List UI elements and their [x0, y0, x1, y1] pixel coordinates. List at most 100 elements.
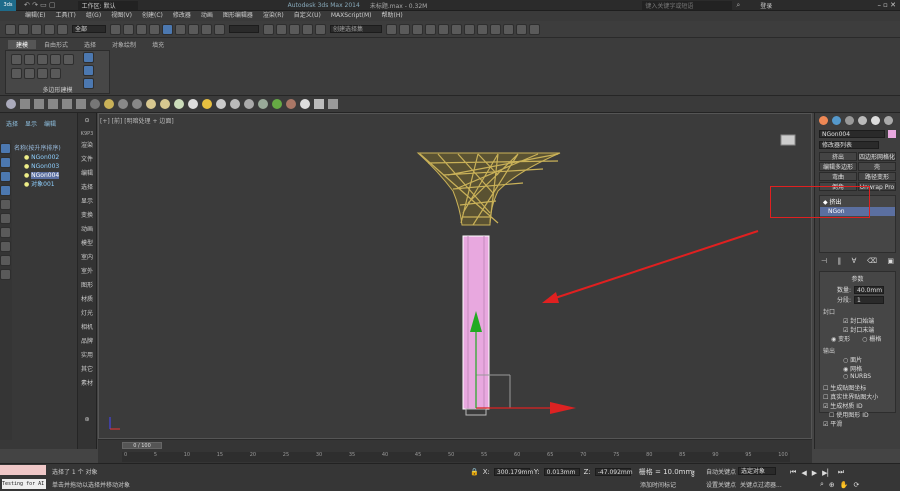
real-world-checkbox[interactable]: ☐ 真实世界贴图大小: [823, 392, 892, 401]
hierarchy-tab-icon[interactable]: [845, 116, 854, 125]
search-icon[interactable]: ⌕: [736, 1, 740, 10]
explorer-tool-7-icon[interactable]: [0, 227, 11, 238]
move-icon[interactable]: [162, 23, 173, 35]
scene-tab-select[interactable]: 选择: [6, 119, 18, 128]
viewcube[interactable]: [780, 134, 796, 146]
ribbon-tool-9-icon[interactable]: [50, 68, 61, 79]
segments-input[interactable]: 1: [854, 295, 884, 304]
shape-tool-5-icon[interactable]: [62, 99, 72, 109]
scene-tab-edit[interactable]: 编辑: [44, 119, 56, 128]
rotate-icon[interactable]: [175, 23, 186, 35]
cmd-indoor[interactable]: 室内: [78, 251, 96, 265]
percent-snap-icon[interactable]: [289, 23, 300, 35]
utilities-tab-icon[interactable]: [884, 116, 893, 125]
cmd-utility[interactable]: 实用: [78, 349, 96, 363]
cmd-outdoor[interactable]: 室外: [78, 265, 96, 279]
gen-map-checkbox[interactable]: ☐ 生成贴图坐标: [823, 383, 892, 392]
add-time-tag[interactable]: 添加时间标记: [640, 480, 676, 489]
ribbon-tab-freeform[interactable]: 自由形式: [36, 40, 76, 49]
use-shape-checkbox[interactable]: ☐ 使用图形 ID: [823, 410, 892, 419]
shape-tool-21-icon[interactable]: [286, 99, 296, 109]
menu-item[interactable]: 修改器: [168, 11, 196, 21]
explorer-tool-6-icon[interactable]: [0, 213, 11, 224]
zoom-all-icon[interactable]: ⊕: [829, 481, 835, 489]
spinner-snap-icon[interactable]: [302, 23, 313, 35]
time-slider[interactable]: 0 / 100: [122, 442, 162, 449]
z-coord-input[interactable]: -47.092mm: [594, 468, 633, 476]
cmd-light[interactable]: 灯光: [78, 307, 96, 321]
ribbon-tool-8-icon[interactable]: [37, 68, 48, 79]
explorer-tool-2-icon[interactable]: [0, 157, 11, 168]
render-icon[interactable]: [503, 23, 514, 35]
nurbs-radio[interactable]: ○ NURBS: [823, 373, 892, 380]
menu-item[interactable]: 自定义(U): [289, 11, 326, 21]
menu-item[interactable]: 组(G): [81, 11, 106, 21]
explorer-tool-10-icon[interactable]: [0, 269, 11, 280]
mesh-radio[interactable]: ◉ 网格: [823, 364, 892, 373]
shape-tool-9-icon[interactable]: [118, 99, 128, 109]
shape-tool-23-icon[interactable]: [314, 99, 324, 109]
modifier-button[interactable]: 挤出: [819, 152, 857, 161]
edit-named-sel-icon[interactable]: [315, 23, 326, 35]
modifier-button[interactable]: 壳: [858, 162, 896, 171]
go-to-start-icon[interactable]: ⏮: [790, 468, 796, 477]
ribbon-side-3-icon[interactable]: [83, 78, 94, 89]
ribbon-side-1-icon[interactable]: [83, 52, 94, 63]
shape-tool-3-icon[interactable]: [34, 99, 44, 109]
quick-access-icons[interactable]: ↶ ↷ ▭ ▢: [24, 1, 56, 9]
scale-icon[interactable]: [188, 23, 199, 35]
command-logo-icon[interactable]: ⊙: [78, 113, 96, 129]
redo-icon[interactable]: [18, 23, 29, 35]
ribbon-tool-4-icon[interactable]: [50, 54, 61, 65]
pan-icon[interactable]: ✋: [840, 481, 849, 489]
named-selection-set-input[interactable]: 创建选择集: [330, 25, 382, 33]
menu-item[interactable]: 帮助(H): [377, 11, 408, 21]
mirror-icon[interactable]: [386, 23, 397, 35]
link-icon[interactable]: [31, 23, 42, 35]
prev-frame-icon[interactable]: ◀: [801, 469, 806, 477]
workspace-select[interactable]: 工作区: 默认: [77, 0, 138, 10]
smooth-checkbox[interactable]: ☑ 平滑: [823, 419, 892, 428]
shape-tool-13-icon[interactable]: [174, 99, 184, 109]
shape-tool-12-icon[interactable]: [160, 99, 170, 109]
cap-start-checkbox[interactable]: ☑ 封口始端: [823, 316, 892, 325]
unlink-icon[interactable]: [44, 23, 55, 35]
modifier-button[interactable]: 路径变形: [858, 172, 896, 181]
cmd-camera[interactable]: 相机: [78, 321, 96, 335]
explorer-tool-4-icon[interactable]: [0, 185, 11, 196]
shape-tool-10-icon[interactable]: [132, 99, 142, 109]
menu-item[interactable]: 工具(T): [50, 11, 80, 21]
key-icon[interactable]: ⚷: [690, 469, 696, 478]
shape-tool-15-icon[interactable]: [202, 99, 212, 109]
shape-tool-22-icon[interactable]: [300, 99, 310, 109]
cmd-animation[interactable]: 动画: [78, 223, 96, 237]
scene-tab-display[interactable]: 显示: [25, 119, 37, 128]
ribbon-tool-3-icon[interactable]: [37, 54, 48, 65]
pivot-icon[interactable]: [214, 23, 225, 35]
object-color-swatch[interactable]: [888, 130, 896, 138]
cmd-edit[interactable]: 编辑: [78, 167, 96, 181]
ribbon-tool-5-icon[interactable]: [63, 54, 74, 65]
cap-end-checkbox[interactable]: ☑ 封口末端: [823, 325, 892, 334]
cmd-brand[interactable]: 品牌: [78, 335, 96, 349]
shape-tool-17-icon[interactable]: [230, 99, 240, 109]
x-coord-input[interactable]: 300.179mm: [493, 468, 533, 476]
pin-stack-icon[interactable]: ⊣: [821, 257, 827, 265]
cmd-display[interactable]: 显示: [78, 195, 96, 209]
modifier-button[interactable]: 四边形网格化: [858, 152, 896, 161]
modifier-list-select[interactable]: 修改器列表: [819, 141, 879, 149]
key-filters-button[interactable]: 关键点过滤器...: [740, 480, 782, 489]
ribbon-tab-populate[interactable]: 填充: [144, 40, 172, 49]
menu-item[interactable]: 动画: [196, 11, 218, 21]
menu-item[interactable]: 渲染(R): [258, 11, 289, 21]
menu-item[interactable]: 图形编辑器: [218, 11, 258, 21]
params-title[interactable]: 参数: [823, 274, 892, 283]
teapot-icon[interactable]: [516, 23, 527, 35]
morph-radio[interactable]: ◉ 变形: [831, 334, 850, 343]
ribbon-tab-selection[interactable]: 选择: [76, 40, 104, 49]
scene-tree-item[interactable]: ● 对象001: [14, 180, 73, 189]
menu-item[interactable]: 视图(V): [106, 11, 137, 21]
shape-tool-11-icon[interactable]: [146, 99, 156, 109]
explorer-tool-5-icon[interactable]: [0, 199, 11, 210]
create-tab-icon[interactable]: [819, 116, 828, 125]
